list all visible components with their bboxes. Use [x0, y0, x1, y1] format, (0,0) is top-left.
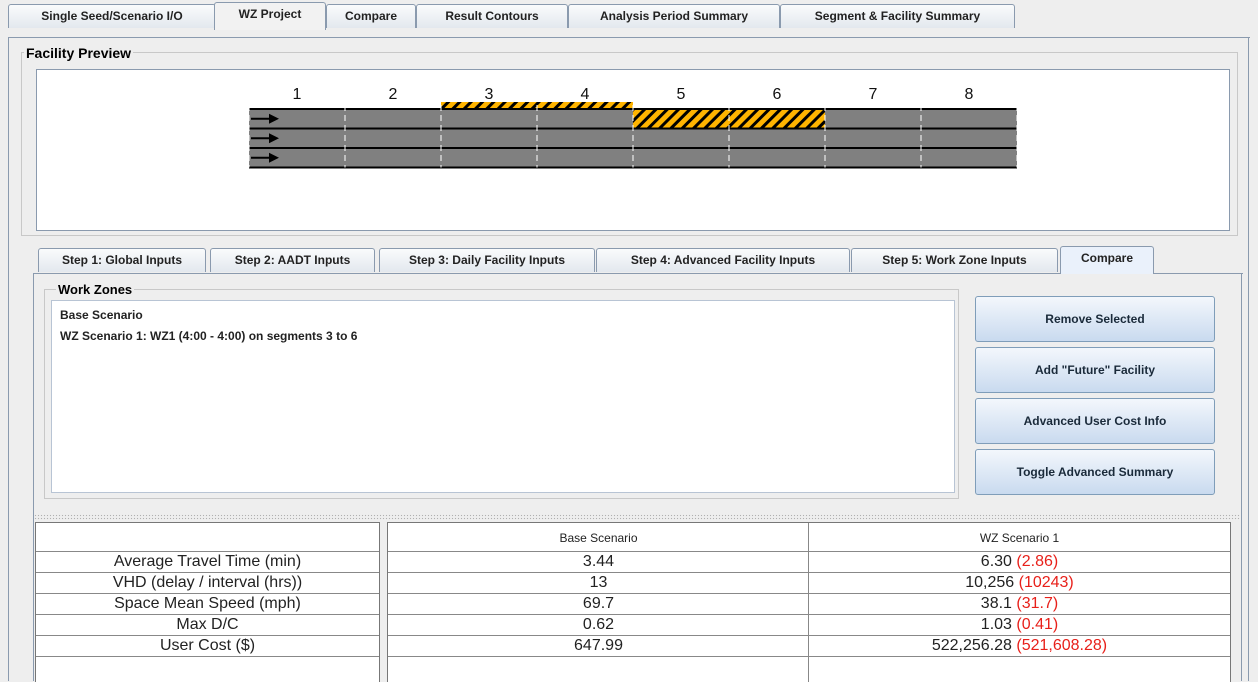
results-table: Base Scenario WZ Scenario 1 3.44 6.30 (2… — [387, 522, 1231, 682]
segment-label: 5 — [677, 86, 686, 103]
facility-preview-canvas: 1 2 3 4 5 6 7 8 — [36, 69, 1230, 231]
wz-user-cost: 522,256.28 (521,608.28) — [931, 637, 1108, 654]
tab-step5-work-zone-inputs[interactable]: Step 5: Work Zone Inputs — [851, 248, 1058, 272]
diff-value: (10243) — [1018, 574, 1074, 591]
work-zones-list[interactable]: Base Scenario WZ Scenario 1: WZ1 (4:00 -… — [51, 300, 955, 493]
row-label-space-mean-speed: Space Mean Speed (mph) — [114, 595, 301, 612]
row-label-user-cost: User Cost ($) — [159, 637, 256, 654]
list-item[interactable]: Base Scenario — [60, 308, 143, 322]
diff-value: (0.41) — [1016, 616, 1059, 633]
tab-single-seed-scenario-io[interactable]: Single Seed/Scenario I/O — [8, 4, 216, 28]
row-label-max-dc: Max D/C — [176, 616, 239, 633]
tab-compare-step[interactable]: Compare — [1060, 246, 1154, 274]
toggle-advanced-summary-button[interactable]: Toggle Advanced Summary — [975, 449, 1215, 495]
wz-space-mean-speed: 38.1 (31.7) — [980, 595, 1059, 612]
diff-value: (521,608.28) — [1016, 637, 1108, 654]
results-label-table: Average Travel Time (min) VHD (delay / i… — [35, 522, 380, 682]
base-avg-travel-time: 3.44 — [582, 553, 615, 570]
wz-name: Base Scenario — [60, 308, 143, 322]
column-header-base-scenario: Base Scenario — [559, 531, 638, 545]
segment-label: 6 — [773, 86, 782, 103]
row-label-avg-travel-time: Average Travel Time (min) — [113, 553, 302, 570]
tab-step4-advanced-facility-inputs[interactable]: Step 4: Advanced Facility Inputs — [596, 248, 850, 272]
split-pane-divider[interactable] — [34, 514, 1240, 520]
wz-detail: WZ1 (4:00 - 4:00) on segments 3 to 6 — [146, 329, 358, 343]
segment-label: 3 — [485, 86, 494, 103]
tab-step3-daily-facility-inputs[interactable]: Step 3: Daily Facility Inputs — [379, 248, 595, 272]
facility-diagram: 1 2 3 4 5 6 7 8 — [248, 86, 1018, 169]
base-vhd: 13 — [589, 574, 608, 591]
base-space-mean-speed: 69.7 — [582, 595, 615, 612]
work-zone-hatch — [633, 109, 729, 129]
tab-analysis-period-summary[interactable]: Analysis Period Summary — [568, 4, 780, 28]
work-zone-hatch — [441, 102, 537, 109]
wz-vhd: 10,256 (10243) — [965, 574, 1074, 591]
tab-step1-global-inputs[interactable]: Step 1: Global Inputs — [38, 248, 206, 272]
segment-label: 4 — [581, 86, 590, 103]
segment-label: 1 — [293, 86, 302, 103]
diff-value: (31.7) — [1016, 595, 1059, 612]
tab-compare[interactable]: Compare — [326, 4, 416, 28]
work-zones-title: Work Zones — [56, 282, 135, 297]
facility-preview-title: Facility Preview — [24, 45, 134, 61]
wz-name: WZ Scenario 1: — [60, 329, 147, 343]
list-item[interactable]: WZ Scenario 1: WZ1 (4:00 - 4:00) on segm… — [60, 329, 357, 343]
segment-label: 2 — [389, 86, 398, 103]
wz-max-dc: 1.03 (0.41) — [980, 616, 1059, 633]
segment-label: 7 — [869, 86, 878, 103]
work-zone-hatch — [537, 102, 633, 109]
tab-result-contours[interactable]: Result Contours — [416, 4, 568, 28]
row-label-vhd: VHD (delay / interval (hrs)) — [112, 574, 303, 591]
add-future-facility-button[interactable]: Add "Future" Facility — [975, 347, 1215, 393]
base-user-cost: 647.99 — [574, 637, 623, 654]
base-max-dc: 0.62 — [582, 616, 615, 633]
tab-segment-facility-summary[interactable]: Segment & Facility Summary — [780, 4, 1015, 28]
tab-step2-aadt-inputs[interactable]: Step 2: AADT Inputs — [210, 248, 375, 272]
column-header-wz-scenario-1: WZ Scenario 1 — [979, 531, 1060, 545]
segment-label: 8 — [965, 86, 974, 103]
wz-avg-travel-time: 6.30 (2.86) — [980, 553, 1059, 570]
remove-selected-button[interactable]: Remove Selected — [975, 296, 1215, 342]
tab-wz-project[interactable]: WZ Project — [214, 2, 326, 30]
advanced-user-cost-info-button[interactable]: Advanced User Cost Info — [975, 398, 1215, 444]
work-zone-hatch — [729, 109, 825, 129]
diff-value: (2.86) — [1016, 553, 1059, 570]
